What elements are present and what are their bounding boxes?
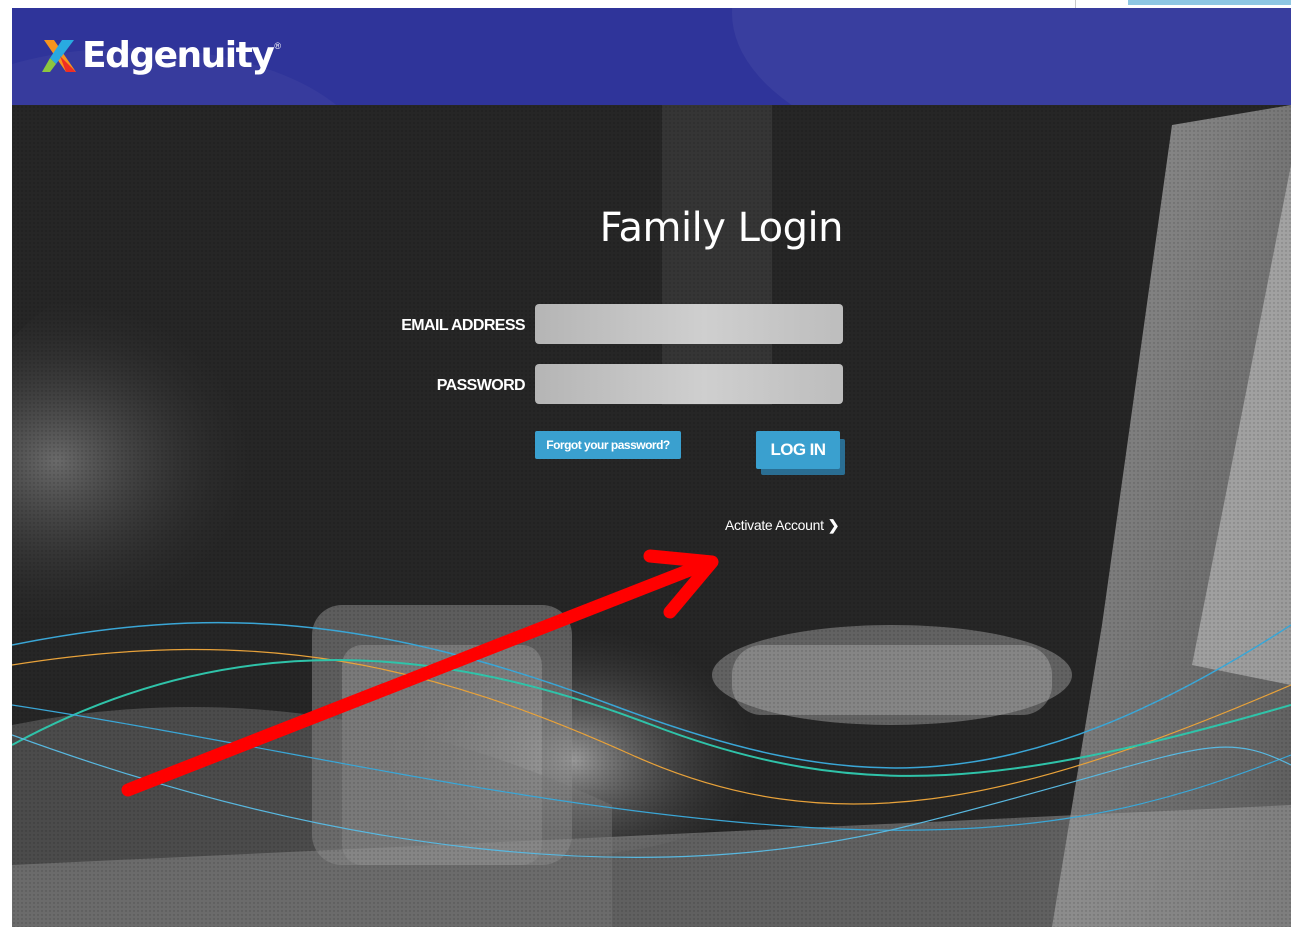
password-field[interactable]: [535, 364, 843, 404]
edgenuity-x-icon: [40, 36, 80, 76]
logo-wordmark: Edgenuity: [82, 35, 275, 76]
login-button[interactable]: LOG IN: [756, 431, 840, 469]
activate-account-label: Activate Account: [725, 517, 824, 533]
page-title: Family Login: [599, 205, 844, 251]
edgenuity-logo[interactable]: Edgenuity ®: [40, 33, 281, 79]
registered-mark: ®: [274, 41, 281, 51]
password-label: PASSWORD: [436, 377, 526, 394]
login-button-wrapper: LOG IN: [756, 431, 845, 475]
email-label: EMAIL ADDRESS: [401, 317, 525, 334]
forgot-password-button[interactable]: Forgot your password?: [535, 431, 681, 459]
top-strip-tab: [1128, 0, 1291, 5]
chevron-right-icon: ❯: [827, 517, 840, 533]
site-header: Edgenuity ®: [12, 8, 1291, 105]
window-top-strip: [0, 0, 1291, 8]
header-decoration: [732, 8, 1291, 105]
email-field[interactable]: [535, 304, 843, 344]
activate-account-link[interactable]: Activate Account ❯: [725, 517, 839, 534]
top-strip-divider: [1075, 0, 1076, 8]
